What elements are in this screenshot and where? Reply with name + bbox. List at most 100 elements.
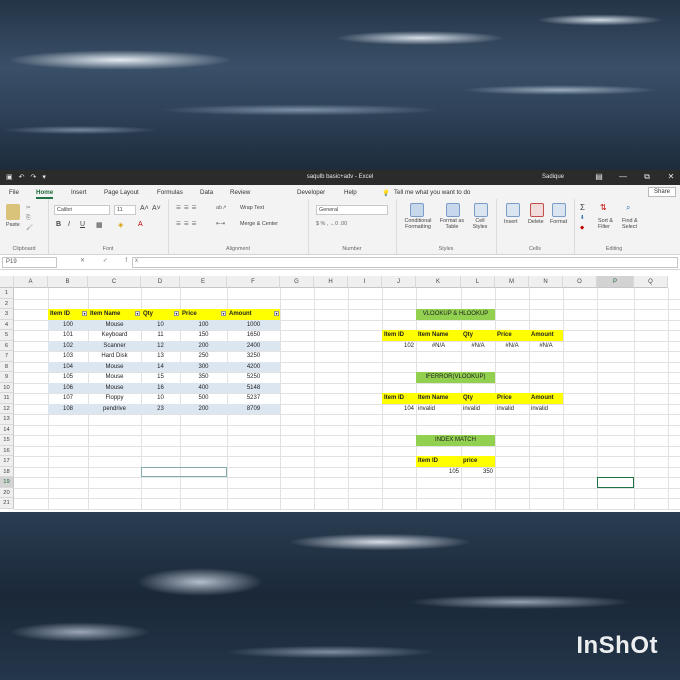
- insert-cells-icon[interactable]: [506, 203, 520, 217]
- vlookup-header[interactable]: Item ID: [382, 330, 416, 341]
- main-table-cell[interactable]: 103: [48, 351, 88, 362]
- cut-icon[interactable]: ✂: [26, 205, 31, 211]
- column-header-m[interactable]: M: [495, 276, 529, 288]
- tab-page-layout[interactable]: Page Layout: [104, 189, 139, 196]
- paste-icon[interactable]: [6, 204, 20, 220]
- main-table-cell[interactable]: Mouse: [88, 319, 141, 330]
- filter-dropdown-icon[interactable]: ▾: [135, 311, 140, 316]
- column-header-j[interactable]: J: [382, 276, 416, 288]
- main-table-cell[interactable]: 5148: [227, 382, 280, 393]
- orientation-icon[interactable]: ab↗: [216, 205, 227, 211]
- row-header-8[interactable]: 8: [0, 361, 14, 372]
- main-table-cell[interactable]: Mouse: [88, 382, 141, 393]
- column-header-q[interactable]: Q: [634, 276, 668, 288]
- vlookup-header[interactable]: Price: [495, 330, 529, 341]
- sort-filter-button[interactable]: Sort & Filter: [598, 218, 620, 230]
- main-table-cell[interactable]: 150: [180, 330, 227, 341]
- tell-me-search[interactable]: Tell me what you want to do: [394, 189, 470, 196]
- filter-dropdown-icon[interactable]: ▾: [221, 311, 226, 316]
- index-match-value[interactable]: 105: [416, 467, 461, 478]
- borders-icon[interactable]: ▦: [96, 221, 103, 229]
- iferror-header[interactable]: Qty: [461, 393, 495, 404]
- main-table-header[interactable]: Item ID ▾: [48, 309, 88, 320]
- index-match-title[interactable]: INDEX MATCH: [416, 435, 495, 446]
- index-match-header[interactable]: price: [461, 456, 495, 467]
- user-name[interactable]: Sadique: [542, 174, 564, 180]
- column-header-o[interactable]: O: [563, 276, 597, 288]
- filter-dropdown-icon[interactable]: ▾: [274, 311, 279, 316]
- main-table-cell[interactable]: 106: [48, 382, 88, 393]
- insert-button[interactable]: Insert: [504, 219, 517, 225]
- row-header-2[interactable]: 2: [0, 298, 14, 309]
- main-table-cell[interactable]: Keyboard: [88, 330, 141, 341]
- row-header-3[interactable]: 3: [0, 309, 14, 320]
- main-table-cell[interactable]: 1650: [227, 330, 280, 341]
- conditional-formatting-button[interactable]: Conditional Formatting: [398, 218, 438, 230]
- main-table-cell[interactable]: 15: [141, 372, 180, 383]
- row-header-11[interactable]: 11: [0, 393, 14, 404]
- cell-styles-button[interactable]: Cell Styles: [468, 218, 492, 230]
- main-table-cell[interactable]: Mouse: [88, 372, 141, 383]
- iferror-value[interactable]: invalid: [495, 404, 529, 415]
- column-header-e[interactable]: E: [180, 276, 227, 288]
- main-table-cell[interactable]: 5250: [227, 372, 280, 383]
- format-painter-icon[interactable]: 🖌: [26, 225, 33, 231]
- index-match-value[interactable]: 350: [461, 467, 495, 478]
- main-table-cell[interactable]: 23: [141, 403, 180, 414]
- tab-home[interactable]: Home: [36, 189, 54, 199]
- main-table-cell[interactable]: Scanner: [88, 340, 141, 351]
- clear-icon[interactable]: ◆: [580, 225, 584, 231]
- main-table-cell[interactable]: 4200: [227, 361, 280, 372]
- tab-file[interactable]: File: [9, 189, 19, 196]
- main-table-cell[interactable]: 8709: [227, 403, 280, 414]
- main-table-cell[interactable]: 16: [141, 382, 180, 393]
- tab-developer[interactable]: Developer: [297, 189, 325, 196]
- row-header-13[interactable]: 13: [0, 414, 14, 425]
- row-header-20[interactable]: 20: [0, 487, 14, 498]
- main-table-cell[interactable]: 100: [180, 319, 227, 330]
- iferror-header[interactable]: Amount: [529, 393, 563, 404]
- tab-formulas[interactable]: Formulas: [157, 189, 183, 196]
- filter-dropdown-icon[interactable]: ▾: [174, 311, 179, 316]
- column-header-l[interactable]: L: [461, 276, 495, 288]
- column-header-p[interactable]: P: [597, 276, 634, 288]
- main-table-cell[interactable]: 300: [180, 361, 227, 372]
- iferror-header[interactable]: Item ID: [382, 393, 416, 404]
- row-header-4[interactable]: 4: [0, 319, 14, 330]
- iferror-title[interactable]: IFERROR(VLOOKUP): [416, 372, 495, 383]
- vlookup-header[interactable]: Qty: [461, 330, 495, 341]
- main-table-cell[interactable]: 101: [48, 330, 88, 341]
- main-table-cell[interactable]: 100: [48, 319, 88, 330]
- iferror-header[interactable]: Item Name: [416, 393, 461, 404]
- bold-button[interactable]: B: [56, 221, 61, 228]
- cell-styles-icon[interactable]: [474, 203, 488, 217]
- wrap-text-button[interactable]: Wrap Text: [240, 205, 264, 211]
- main-table-cell[interactable]: 13: [141, 351, 180, 362]
- autosum-icon[interactable]: Σ: [580, 203, 585, 212]
- iferror-value[interactable]: 104: [382, 404, 416, 415]
- row-header-7[interactable]: 7: [0, 351, 14, 362]
- vlookup-value[interactable]: #N/A: [529, 341, 563, 352]
- vlookup-header[interactable]: Amount: [529, 330, 563, 341]
- iferror-value[interactable]: invalid: [529, 404, 563, 415]
- share-button[interactable]: Share: [647, 187, 676, 197]
- vlookup-title[interactable]: VLOOKUP & HLOOKUP: [416, 309, 495, 320]
- restore-button[interactable]: ⧉: [642, 172, 652, 182]
- vlookup-header[interactable]: Item Name: [416, 330, 461, 341]
- format-button[interactable]: Format: [550, 219, 567, 225]
- delete-button[interactable]: Delete: [528, 219, 544, 225]
- main-table-cell[interactable]: 250: [180, 351, 227, 362]
- minimize-button[interactable]: —: [618, 172, 628, 182]
- main-table-cell[interactable]: 10: [141, 393, 180, 404]
- iferror-value[interactable]: invalid: [461, 404, 495, 415]
- main-table-cell[interactable]: 107: [48, 393, 88, 404]
- column-header-c[interactable]: C: [88, 276, 141, 288]
- row-header-21[interactable]: 21: [0, 498, 14, 509]
- fill-icon[interactable]: ⬇: [580, 215, 585, 221]
- formula-input[interactable]: [132, 257, 678, 268]
- row-header-15[interactable]: 15: [0, 435, 14, 446]
- main-table-cell[interactable]: Floppy: [88, 393, 141, 404]
- vlookup-value[interactable]: #N/A: [416, 341, 461, 352]
- font-size-box[interactable]: 11: [114, 205, 136, 215]
- iferror-value[interactable]: invalid: [416, 404, 461, 415]
